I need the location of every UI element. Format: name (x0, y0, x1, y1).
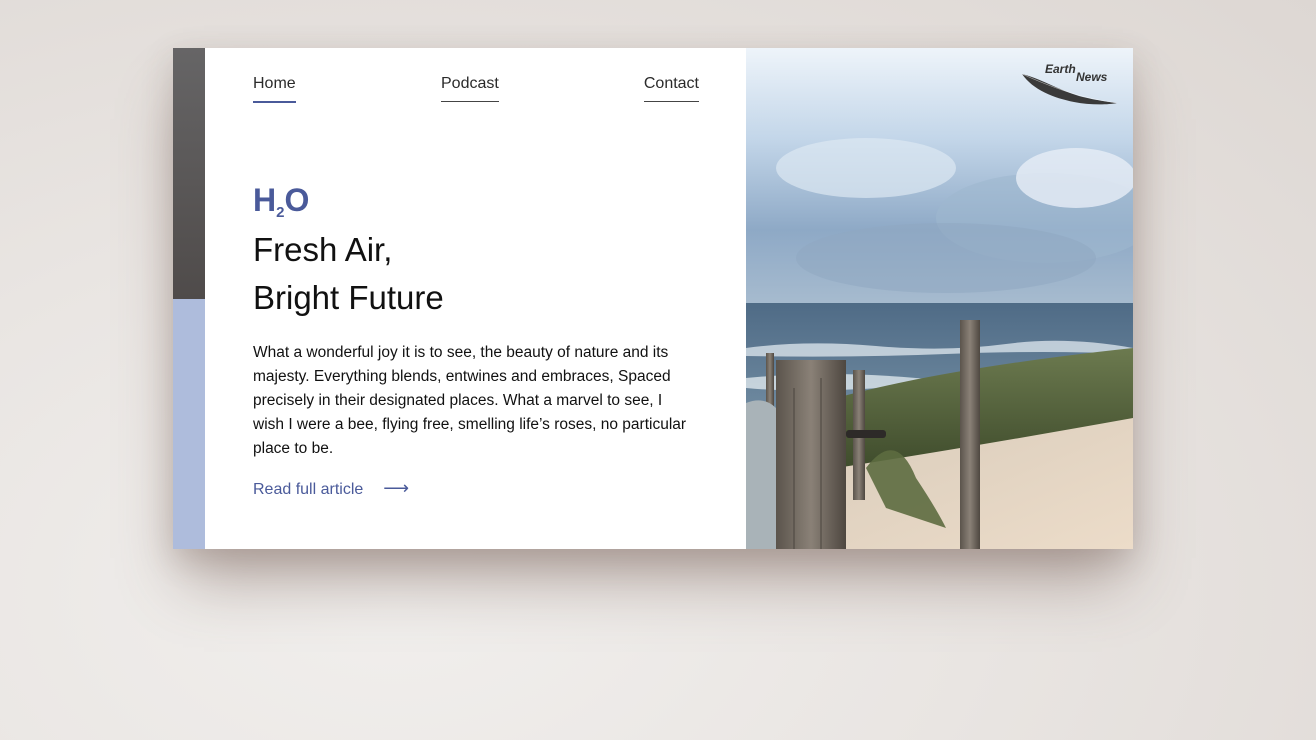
headline: Fresh Air, Bright Future (253, 226, 444, 322)
accent-bar-dark (173, 48, 205, 299)
read-full-article-link[interactable]: Read full article ⟶ (253, 478, 409, 499)
headline-line-2: Bright Future (253, 279, 444, 316)
arrow-right-icon: ⟶ (383, 478, 410, 498)
hero-photo: Earth News (746, 48, 1133, 549)
nav-contact-link[interactable]: Contact (643, 75, 699, 102)
article-excerpt: What a wonderful joy it is to see, the b… (253, 344, 687, 457)
main-nav: Home Podcast Contact (253, 75, 699, 105)
headline-line-1: Fresh Air, (253, 231, 393, 268)
accent-bar-light (173, 299, 205, 549)
kicker-o: O (284, 182, 310, 218)
kicker-h2o: H2O (253, 182, 310, 220)
nav-podcast-link[interactable]: Podcast (441, 75, 499, 102)
logo-word-news: News (1076, 70, 1108, 84)
logo-word-earth: Earth (1045, 62, 1076, 76)
earth-news-logo[interactable]: Earth News (1019, 60, 1119, 106)
beach-photo-illustration (746, 48, 1133, 549)
article-card: Home Podcast Contact H2O Fresh Air, Brig… (173, 48, 1133, 549)
read-more-label: Read full article (253, 481, 364, 498)
kicker-h: H (253, 182, 277, 218)
accent-bar (173, 48, 205, 549)
content-panel: Home Podcast Contact H2O Fresh Air, Brig… (253, 48, 699, 549)
nav-home-link[interactable]: Home (253, 75, 296, 103)
